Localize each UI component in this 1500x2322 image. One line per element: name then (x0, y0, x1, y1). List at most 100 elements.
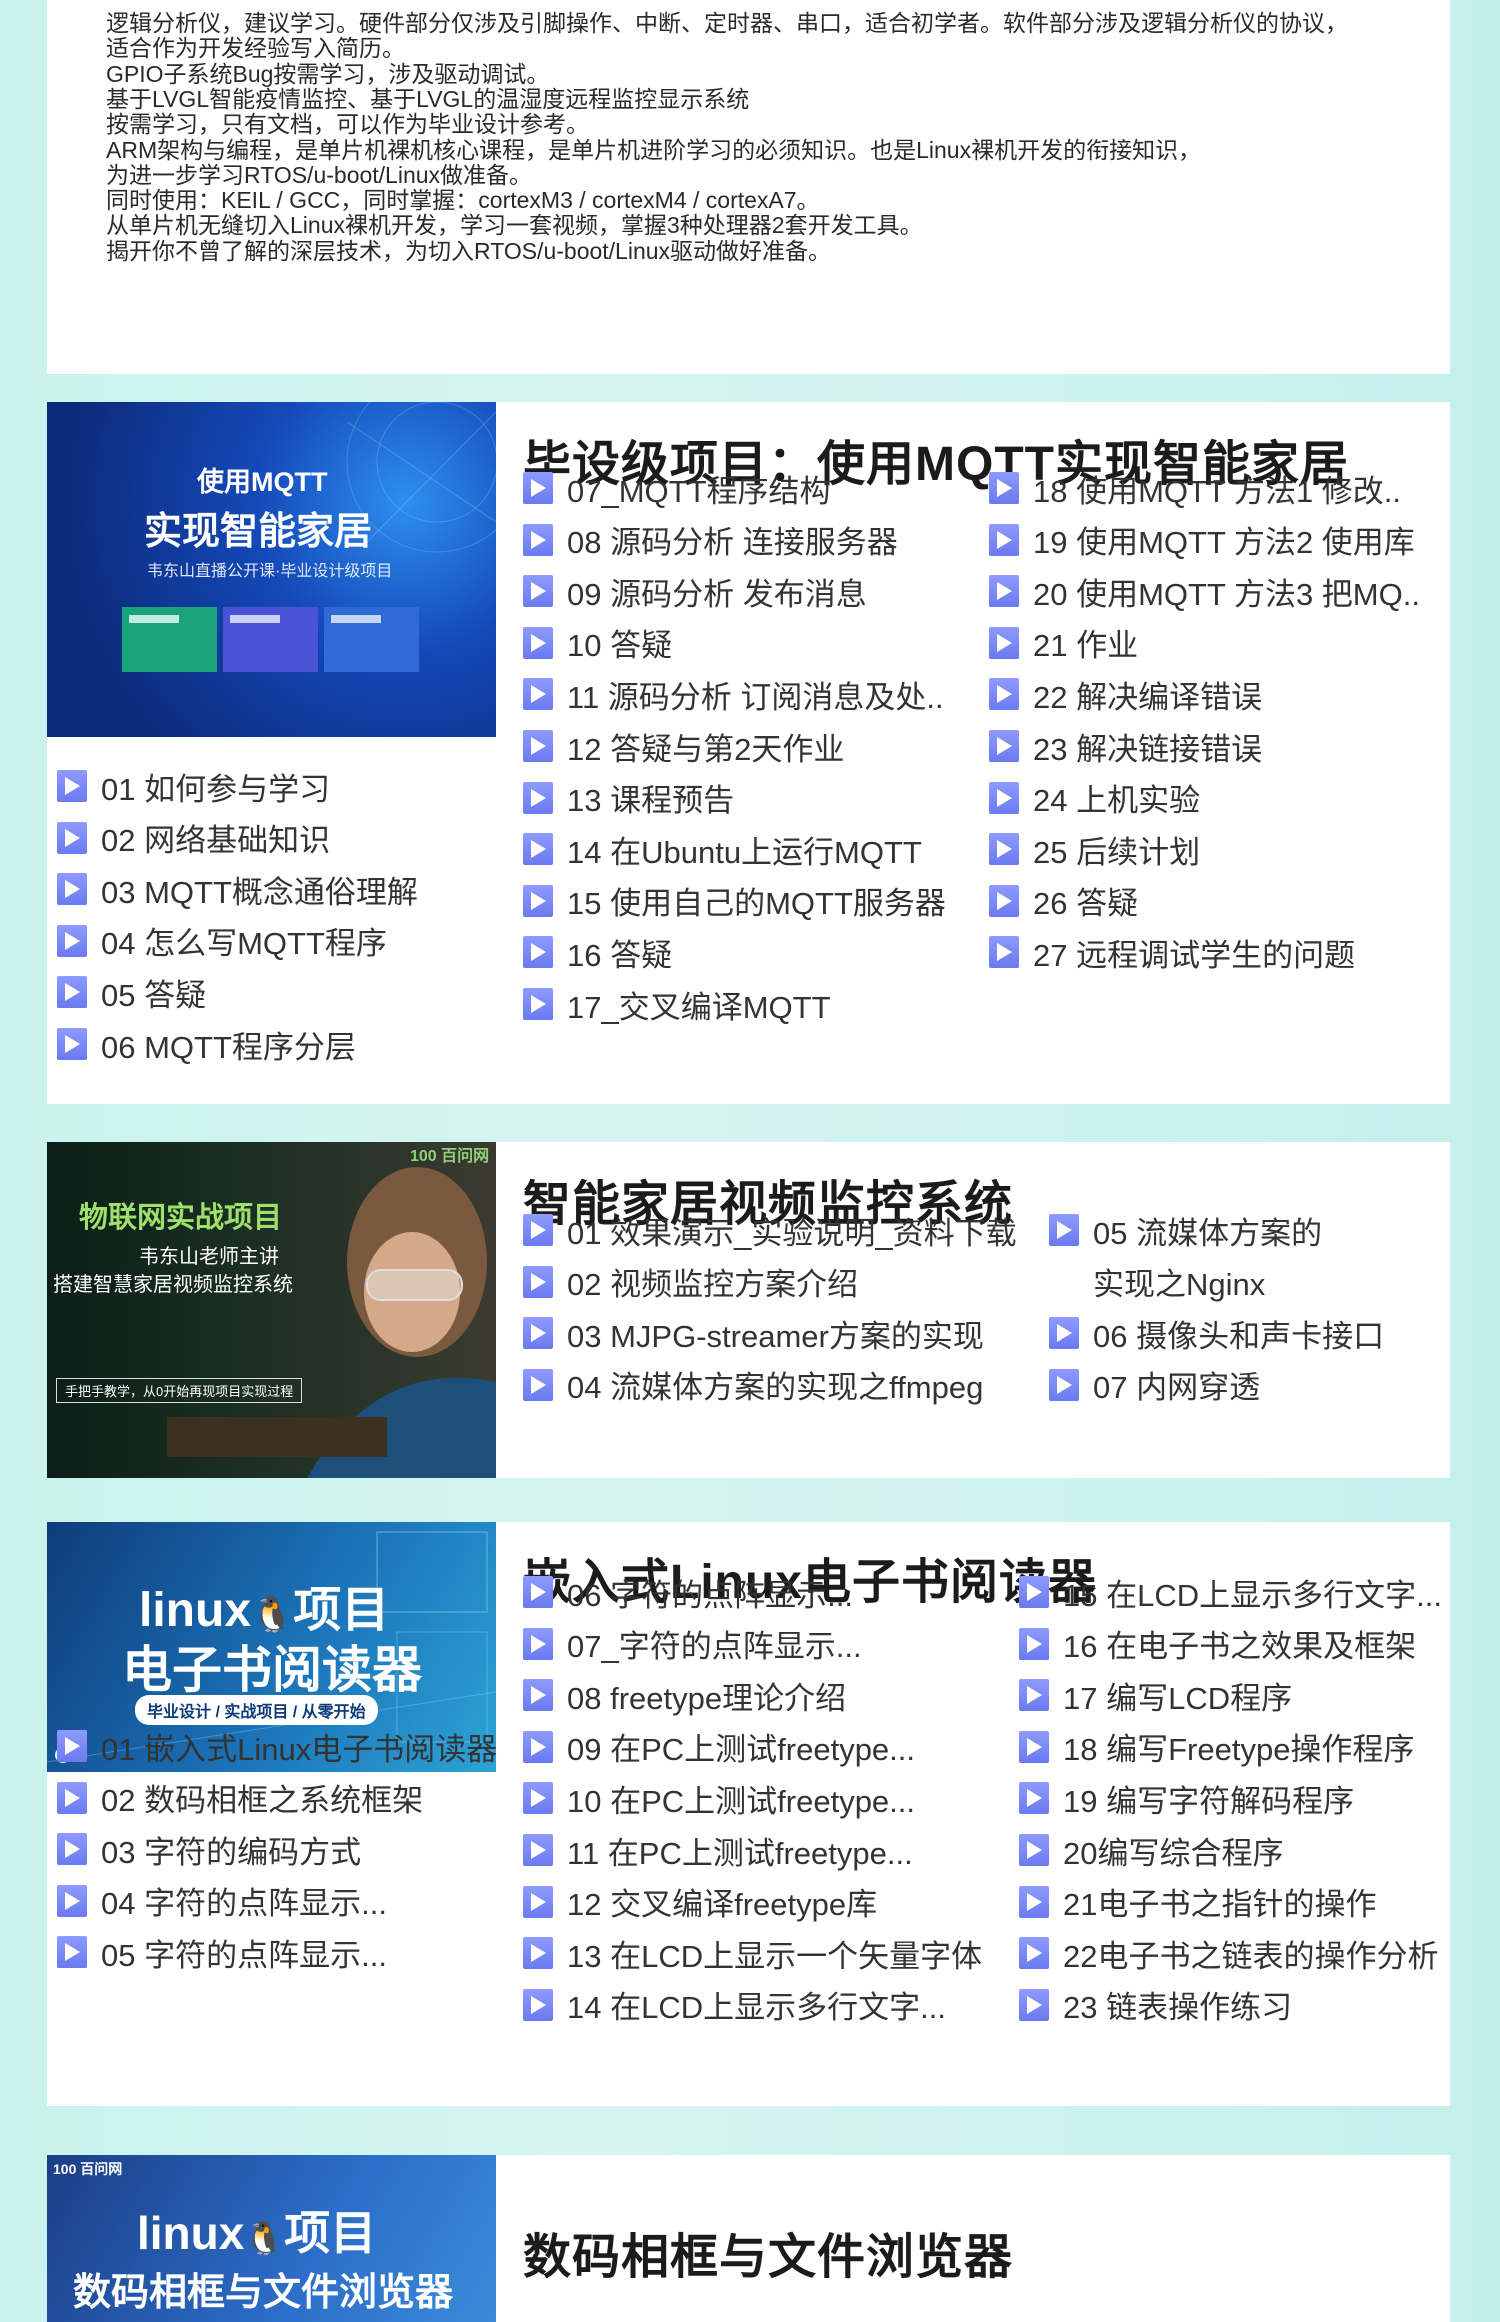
play-icon (57, 873, 87, 906)
lesson-item[interactable]: 18 使用MQTT 方法1 修改.. (989, 468, 1401, 509)
lesson-item[interactable]: 实现之Nginx (1049, 1262, 1265, 1302)
lesson-item[interactable]: 19 编写字符解码程序 (1019, 1778, 1354, 1819)
play-icon (523, 730, 553, 762)
lesson-label: 13 课程预告 (567, 783, 735, 819)
play-icon (523, 1834, 553, 1866)
lesson-label: 10 答疑 (567, 628, 673, 664)
lesson-item[interactable]: 10 在PC上测试freetype... (523, 1778, 915, 1819)
lesson-item[interactable]: 05 流媒体方案的 (1049, 1210, 1322, 1251)
play-icon (57, 1884, 87, 1917)
lesson-item[interactable]: 02 数码相框之系统框架 (57, 1778, 423, 1818)
lesson-item[interactable]: 06 摄像头和声卡接口 (1049, 1313, 1384, 1354)
lesson-item[interactable]: 21电子书之指针的操作 (1019, 1882, 1376, 1922)
lesson-item[interactable]: 22 解决编译错误 (989, 674, 1263, 715)
lesson-item[interactable]: 08 源码分析 连接服务器 (523, 520, 898, 560)
lesson-item[interactable]: 03 MQTT概念通俗理解 (57, 869, 418, 910)
play-icon (57, 1936, 87, 1969)
lesson-item[interactable]: 23 解决链接错误 (989, 726, 1262, 767)
lesson-item[interactable]: 06 字符的点阵显示... (523, 1572, 853, 1613)
lesson-label: 09 源码分析 发布消息 (567, 576, 867, 612)
lesson-item[interactable]: 13 在LCD上显示一个矢量字体 (523, 1933, 982, 1974)
lesson-item[interactable]: 21 作业 (989, 623, 1138, 663)
lesson-label: 20 使用MQTT 方法3 把MQ.. (1033, 576, 1420, 612)
thumb-title-line2: 电子书阅读器 (122, 1642, 422, 1698)
lesson-label: 14 在LCD上显示多行文字... (567, 1990, 946, 2026)
lesson-item[interactable]: 16 答疑 (523, 932, 672, 973)
lesson-item[interactable]: 02 视频监控方案介绍 (523, 1262, 858, 1302)
lesson-item[interactable]: 01 效果演示_实验说明_资料下载 (523, 1210, 1017, 1251)
lesson-item[interactable]: 12 交叉编译freetype库 (523, 1882, 877, 1922)
lesson-item[interactable]: 20编写综合程序 (1019, 1830, 1283, 1871)
play-icon (1019, 1679, 1049, 1712)
lesson-item[interactable]: 15 在LCD上显示多行文字... (1019, 1572, 1442, 1613)
lesson-item[interactable]: 12 答疑与第2天作业 (523, 726, 844, 767)
lesson-item[interactable]: 14 在LCD上显示多行文字... (523, 1985, 946, 2025)
thumb-linux-text: linux (137, 2207, 245, 2259)
intro-text-line: 揭开你不曾了解的深层技术，为切入RTOS/u-boot/Linux驱动做好准备。 (106, 237, 832, 264)
lesson-item[interactable]: 25 后续计划 (989, 829, 1201, 870)
lesson-item[interactable]: 08 freetype理论介绍 (523, 1675, 846, 1716)
lesson-label: 09 在PC上测试freetype... (567, 1732, 916, 1768)
play-icon (1019, 1834, 1049, 1866)
thumb-caption: 手把手教学，从0开始再现项目实现过程 (56, 1378, 303, 1403)
lesson-item[interactable]: 11 源码分析 订阅消息及处.. (523, 674, 944, 715)
lesson-item[interactable]: 04 流媒体方案的实现之ffmpeg (523, 1365, 983, 1405)
lesson-item[interactable]: 04 字符的点阵显示... (57, 1881, 387, 1921)
thumb-logo: 100 百问网 (410, 1148, 490, 1165)
lesson-item[interactable]: 09 源码分析 发布消息 (523, 571, 867, 612)
lesson-item[interactable]: 07_MQTT程序结构 (523, 468, 831, 509)
lesson-item[interactable]: 23 链表操作练习 (1019, 1985, 1292, 2025)
play-icon (523, 781, 553, 814)
lesson-item[interactable]: 09 在PC上测试freetype... (523, 1727, 915, 1767)
lesson-label: 17 编写LCD程序 (1063, 1680, 1293, 1716)
lesson-item[interactable]: 20 使用MQTT 方法3 把MQ.. (989, 571, 1420, 612)
course-thumbnail[interactable]: 100 百问网 物联网实战项目 韦东山老师主讲 搭建智慧家居视频监控系统 手把手… (47, 1142, 496, 1478)
lesson-item[interactable]: 01 嵌入式Linux电子书阅读器 (57, 1726, 497, 1767)
lesson-item[interactable]: 18 编写Freetype操作程序 (1019, 1727, 1414, 1767)
play-icon (523, 523, 553, 556)
lesson-item[interactable]: 17 编写LCD程序 (1019, 1675, 1293, 1716)
lesson-item[interactable]: 07 内网穿透 (1049, 1365, 1260, 1405)
lesson-item[interactable]: 02 网络基础知识 (57, 818, 330, 858)
course-thumbnail[interactable]: 使用MQTT 实现智能家居 韦东山直播公开课·毕业设计级项目 (47, 402, 496, 737)
lesson-item[interactable]: 07_字符的点阵显示... (523, 1624, 862, 1664)
lesson-item[interactable]: 03 字符的编码方式 (57, 1829, 361, 1870)
play-icon (1049, 1317, 1079, 1350)
lesson-label: 22电子书之链表的操作分析 (1063, 1938, 1439, 1974)
thumb-subtitle: 毕业设计 / 实战项目 / 从零开始 (135, 1695, 378, 1725)
lesson-item[interactable]: 05 答疑 (57, 972, 206, 1013)
lesson-item[interactable]: 10 答疑 (523, 623, 672, 663)
lesson-item[interactable]: 27 远程调试学生的问题 (989, 932, 1355, 973)
lesson-item[interactable]: 06 MQTT程序分层 (57, 1024, 356, 1065)
play-icon (1019, 1885, 1049, 1918)
lesson-item[interactable]: 11 在PC上测试freetype... (523, 1830, 913, 1871)
lesson-label: 01 效果演示_实验说明_资料下载 (567, 1215, 1017, 1251)
lesson-item[interactable]: 19 使用MQTT 方法2 使用库 (989, 520, 1415, 560)
lesson-item[interactable]: 26 答疑 (989, 881, 1138, 921)
lesson-item[interactable]: 15 使用自己的MQTT服务器 (523, 881, 946, 921)
lesson-item[interactable]: 14 在Ubuntu上运行MQTT (523, 829, 922, 870)
thumb-title-line2: 数码相框与文件浏览器 (73, 2272, 454, 2314)
play-icon (523, 988, 553, 1020)
lesson-label: 25 后续计划 (1033, 834, 1201, 870)
play-icon (523, 472, 553, 504)
play-icon (523, 936, 553, 969)
play-icon (57, 1028, 87, 1060)
lesson-item[interactable]: 22电子书之链表的操作分析 (1019, 1933, 1439, 1974)
tux-icon: 🐧 (251, 1596, 294, 1634)
course-thumbnail[interactable]: 100 百问网 linux🐧项目 数码相框与文件浏览器 (47, 2155, 496, 2322)
lesson-item[interactable]: 01 如何参与学习 (57, 766, 330, 807)
play-icon (989, 626, 1019, 659)
lesson-item[interactable]: 04 怎么写MQTT程序 (57, 921, 387, 961)
lesson-label: 23 链表操作练习 (1063, 1990, 1293, 2026)
play-icon (523, 575, 553, 608)
play-icon (1019, 1627, 1049, 1660)
lesson-label: 22 解决编译错误 (1033, 679, 1263, 715)
lesson-item[interactable]: 03 MJPG-streamer方案的实现 (523, 1313, 984, 1354)
lesson-item[interactable]: 13 课程预告 (523, 778, 734, 818)
lesson-item[interactable]: 17_交叉编译MQTT (523, 984, 831, 1025)
lesson-item[interactable]: 16 在电子书之效果及框架 (1019, 1624, 1416, 1664)
lesson-item[interactable]: 24 上机实验 (989, 778, 1200, 818)
lesson-label: 实现之Nginx (1093, 1267, 1266, 1303)
lesson-item[interactable]: 05 字符的点阵显示... (57, 1932, 387, 1973)
